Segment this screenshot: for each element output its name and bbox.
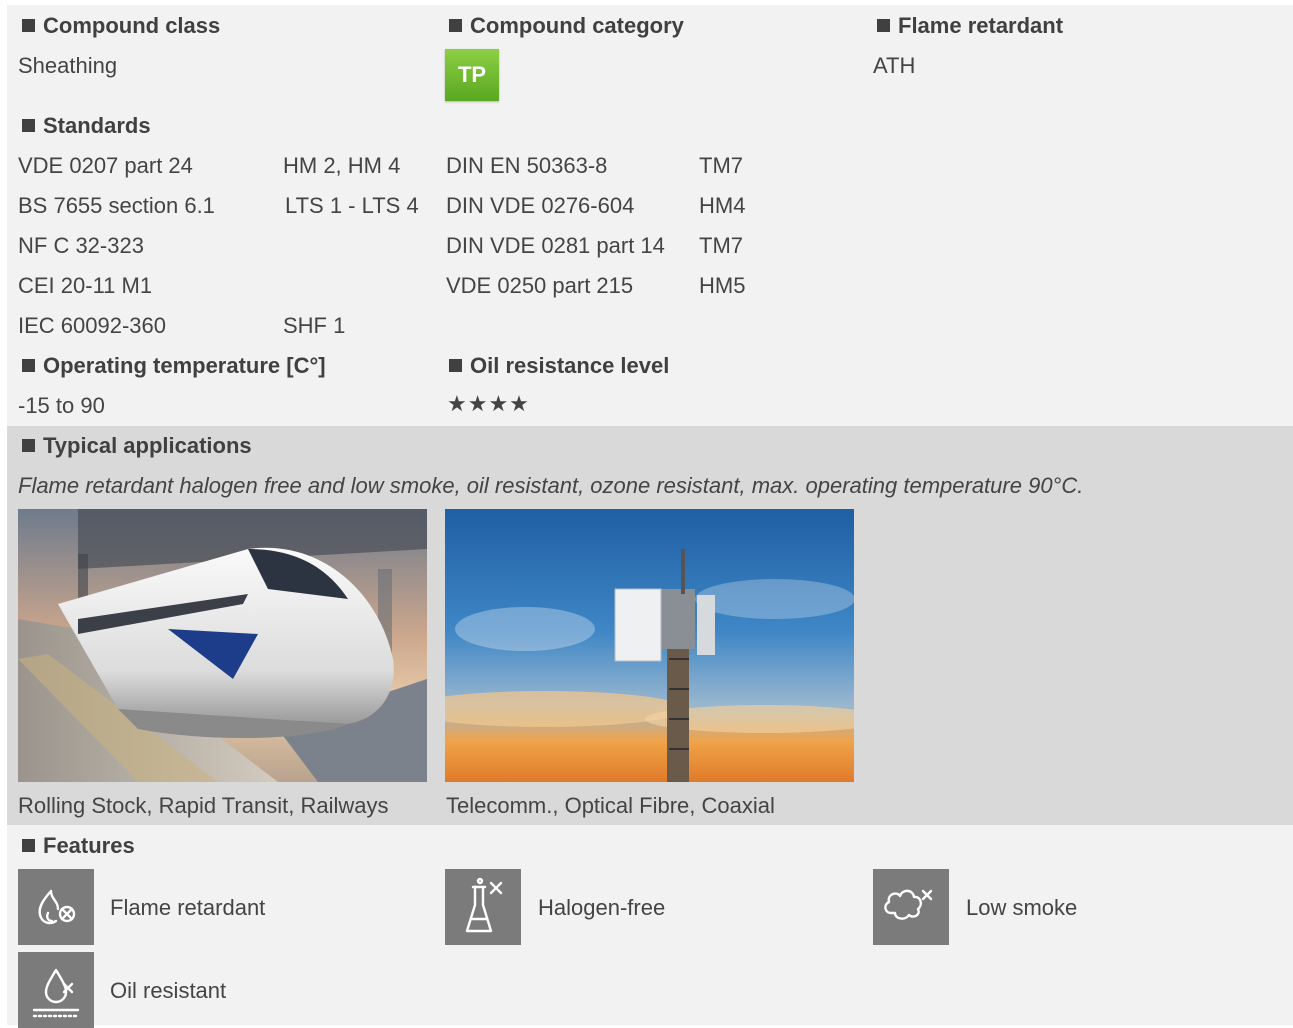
tp-category-badge: TP bbox=[445, 49, 499, 101]
standard-name: BS 7655 section 6.1 bbox=[18, 193, 215, 218]
compound-category-heading: Compound category bbox=[449, 13, 684, 39]
operating-temperature-value: -15 to 90 bbox=[18, 393, 105, 418]
standard-grade: TM7 bbox=[699, 233, 743, 258]
standard-grade: TM7 bbox=[699, 153, 743, 178]
features-heading: Features bbox=[22, 833, 135, 859]
compound-class-heading: Compound class bbox=[22, 13, 220, 39]
feature-label: Low smoke bbox=[966, 895, 1078, 920]
typical-applications-heading: Typical applications bbox=[22, 433, 252, 459]
application-caption: Rolling Stock, Rapid Transit, Railways bbox=[18, 793, 389, 818]
low-smoke-icon bbox=[873, 869, 949, 945]
standard-grade: HM5 bbox=[699, 273, 746, 298]
standard-name: VDE 0207 part 24 bbox=[18, 153, 193, 178]
feature-label: Oil resistant bbox=[110, 978, 227, 1003]
operating-temperature-heading: Operating temperature [C°] bbox=[22, 353, 326, 379]
application-caption: Telecomm., Optical Fibre, Coaxial bbox=[446, 793, 775, 818]
standard-name: DIN VDE 0276-604 bbox=[446, 193, 635, 218]
standard-grade: SHF 1 bbox=[283, 313, 346, 338]
feature-label: Flame retardant bbox=[110, 895, 266, 920]
flame-retardant-value: ATH bbox=[873, 53, 916, 78]
oil-resistance-heading: Oil resistance level bbox=[449, 353, 669, 379]
oil-resistance-stars: ★★★★ bbox=[447, 391, 530, 416]
standard-name: VDE 0250 part 215 bbox=[446, 273, 634, 298]
high-speed-train-photo bbox=[18, 509, 427, 782]
applications-description: Flame retardant halogen free and low smo… bbox=[18, 473, 1084, 498]
standard-name: NF C 32-323 bbox=[18, 233, 144, 258]
standard-grade: HM4 bbox=[699, 193, 746, 218]
halogen-free-icon bbox=[445, 869, 521, 945]
standards-heading: Standards bbox=[22, 113, 151, 139]
telecom-tower-photo bbox=[445, 509, 854, 782]
standard-name: IEC 60092-360 bbox=[18, 313, 166, 338]
feature-label: Halogen-free bbox=[538, 895, 666, 920]
compound-class-value: Sheathing bbox=[18, 53, 118, 78]
standard-grade: HM 2, HM 4 bbox=[283, 153, 401, 178]
standard-name: DIN VDE 0281 part 14 bbox=[446, 233, 665, 258]
flame-retardant-heading: Flame retardant bbox=[877, 13, 1063, 39]
flame-retardant-icon bbox=[18, 869, 94, 945]
standard-name: CEI 20-11 M1 bbox=[18, 273, 153, 298]
oil-resistant-icon bbox=[18, 952, 94, 1028]
standard-grade: LTS 1 - LTS 4 bbox=[285, 193, 419, 218]
standard-name: DIN EN 50363-8 bbox=[446, 153, 608, 178]
datasheet: Compound class Compound category Flame r… bbox=[7, 5, 1293, 1028]
